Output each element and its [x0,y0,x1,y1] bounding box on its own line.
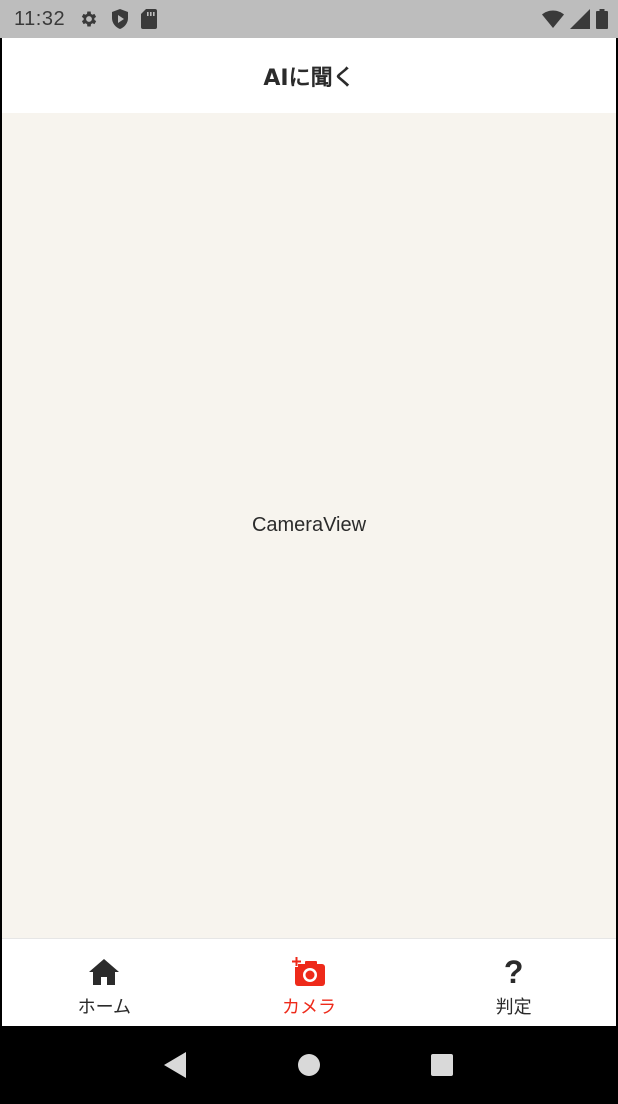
back-button[interactable] [154,1043,198,1087]
system-nav-bar [0,1026,618,1104]
home-button[interactable] [287,1043,331,1087]
shield-play-icon [111,9,129,29]
add-photo-icon [291,956,327,987]
camera-view[interactable]: CameraView [2,113,616,938]
app-window: AIに聞く CameraView ホーム カメラ ? 判定 [2,38,616,1026]
status-icons-left [79,9,158,29]
app-header: AIに聞く [2,38,616,113]
settings-icon [79,9,99,29]
camera-view-label: CameraView [251,514,367,536]
cell-signal-icon [570,9,590,29]
tab-camera-label: カメラ [282,997,336,1018]
status-icons-right [542,9,608,29]
bottom-tab-bar: ホーム カメラ ? 判定 [2,938,616,1026]
home-icon [89,957,120,987]
recents-button[interactable] [420,1043,464,1087]
tab-home-label: ホーム [77,997,132,1018]
wifi-icon [542,10,564,28]
page-title: AIに聞く [263,65,355,91]
question-glyph: ? [503,954,524,990]
recents-square-icon [430,1054,453,1076]
back-icon [164,1052,187,1078]
question-icon: ? [503,954,524,990]
battery-icon [596,9,608,29]
tab-judge[interactable]: ? 判定 [411,939,616,1026]
phone-screen: 11:32 AIに聞く CameraView ホーム カメラ ? 判定 [0,0,618,1104]
status-time: 11:32 [14,7,66,30]
tab-camera[interactable]: カメラ [207,939,412,1026]
home-circle-icon [297,1054,320,1076]
sd-card-icon [141,9,158,29]
tab-home[interactable]: ホーム [2,939,207,1026]
tab-judge-label: 判定 [495,997,532,1018]
status-bar: 11:32 [0,0,618,38]
